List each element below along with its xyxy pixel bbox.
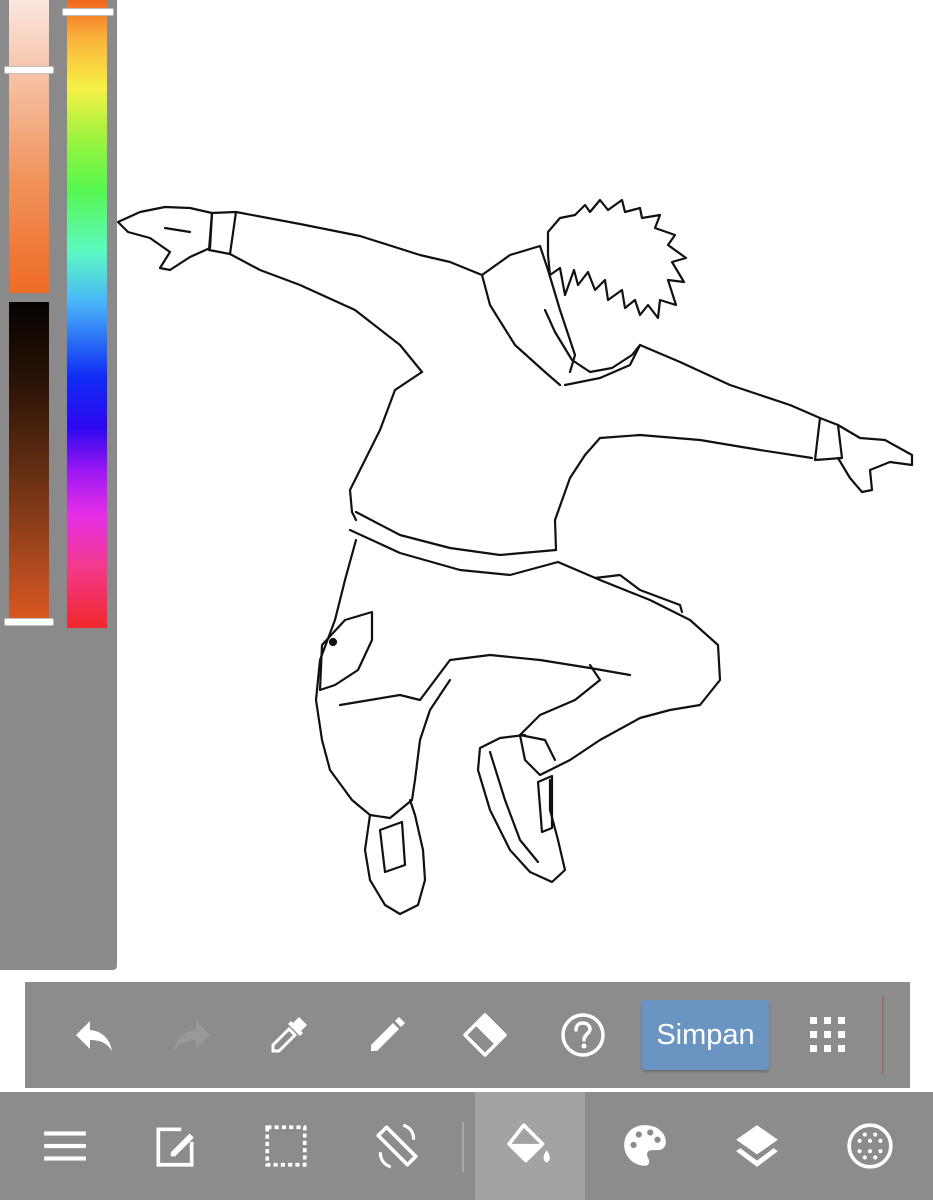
eyedropper-button[interactable]: [263, 1009, 315, 1061]
edit-icon: [156, 1127, 194, 1167]
grid-menu-button[interactable]: [802, 1009, 854, 1061]
paint-bucket-icon: [507, 1123, 550, 1163]
brush-dots-icon: [847, 1123, 893, 1169]
hue-slider[interactable]: [67, 0, 107, 628]
save-button[interactable]: Simpan: [642, 1000, 769, 1070]
help-icon: [561, 1013, 605, 1057]
selection-icon: [265, 1125, 307, 1167]
eyedropper-icon: [271, 1017, 307, 1053]
bottom-toolbar: [0, 1092, 933, 1200]
hue-slider-handle[interactable]: [62, 8, 114, 16]
drawing-canvas[interactable]: [0, 0, 933, 980]
toolbar-separator: [462, 1122, 464, 1172]
brush-settings-button[interactable]: [815, 1092, 925, 1200]
palette-icon: [624, 1125, 666, 1166]
shade-slider-handle[interactable]: [4, 618, 54, 626]
help-button[interactable]: [557, 1009, 609, 1061]
undo-icon: [76, 1021, 112, 1051]
selection-button[interactable]: [231, 1092, 341, 1200]
color-picker-panel: [0, 0, 117, 970]
shade-slider[interactable]: [9, 302, 49, 626]
saturation-slider[interactable]: [9, 0, 49, 293]
layers-icon: [736, 1125, 778, 1167]
edit-button[interactable]: [120, 1092, 230, 1200]
redo-button[interactable]: [166, 1009, 218, 1061]
menu-button[interactable]: [10, 1092, 120, 1200]
toolbar-divider: [882, 996, 884, 1074]
saturation-slider-handle[interactable]: [4, 66, 54, 74]
undo-button[interactable]: [68, 1009, 120, 1061]
menu-icon: [44, 1131, 86, 1161]
eraser-button[interactable]: [459, 1009, 511, 1061]
top-toolbar: Simpan: [25, 982, 910, 1088]
grid-menu-icon: [810, 1017, 845, 1052]
rotate-screen-button[interactable]: [342, 1092, 452, 1200]
paint-bucket-button[interactable]: [475, 1092, 585, 1200]
eraser-icon: [463, 1013, 507, 1057]
layers-button[interactable]: [702, 1092, 812, 1200]
line-art-figure: [116, 198, 914, 916]
redo-icon: [174, 1021, 210, 1051]
pencil-icon: [371, 1017, 405, 1051]
pencil-button[interactable]: [361, 1009, 413, 1061]
palette-button[interactable]: [590, 1092, 700, 1200]
rotate-screen-icon: [376, 1123, 418, 1169]
